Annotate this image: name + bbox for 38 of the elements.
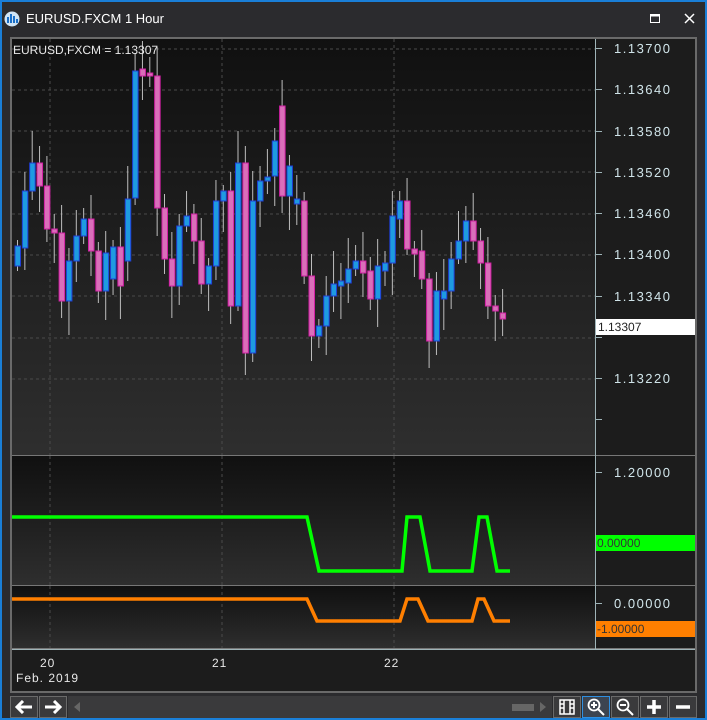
indicator-value-label: -1.00000 xyxy=(596,621,695,637)
indicator-value-label: 0.00000 xyxy=(596,535,695,551)
zoom-out-icon xyxy=(616,698,634,716)
minus-button[interactable] xyxy=(669,696,697,718)
price-tick-label: 1.13640 xyxy=(614,83,672,96)
price-tick-label: 1.13340 xyxy=(614,290,672,302)
price-tick-label: 1.13700 xyxy=(614,42,672,55)
right-arrow-icon xyxy=(44,700,62,714)
price-tick-label: 1.13220 xyxy=(614,372,672,385)
month-label: Feb. 2019 xyxy=(16,670,80,687)
zoom-in-icon xyxy=(587,698,605,716)
scrollbar-thumb[interactable] xyxy=(512,704,534,710)
price-tick-label: 1.13400 xyxy=(614,248,672,262)
fit-button[interactable] xyxy=(553,696,581,718)
maximize-icon xyxy=(650,14,660,23)
current-price-label: 1.13307 xyxy=(596,319,695,335)
film-strip-icon xyxy=(559,699,575,715)
date-tick-label: 22 xyxy=(384,655,400,672)
window-title: EURUSD.FXCM 1 Hour xyxy=(26,10,165,28)
price-tick-label: 1.13520 xyxy=(614,166,672,179)
indicator-tick-label: 1.20000 xyxy=(614,466,672,479)
price-tick-label: 1.13580 xyxy=(614,124,672,138)
back-button[interactable] xyxy=(10,696,38,718)
indicator-tick-label: 0.00000 xyxy=(614,597,672,610)
date-tick-label: 20 xyxy=(40,655,56,672)
scroll-left-icon xyxy=(74,702,80,712)
close-icon xyxy=(684,13,694,24)
zoom-in-button[interactable] xyxy=(582,696,610,718)
plus-icon xyxy=(646,699,662,715)
date-tick-label: 21 xyxy=(212,655,228,672)
forward-button[interactable] xyxy=(39,696,67,718)
chart-bars-icon xyxy=(4,10,20,26)
plus-button[interactable] xyxy=(640,696,668,718)
horizontal-scrollbar[interactable] xyxy=(68,696,552,718)
scroll-right-icon xyxy=(540,702,546,712)
price-tick-label: 1.13460 xyxy=(614,207,672,220)
left-arrow-icon xyxy=(15,700,33,714)
zoom-out-button[interactable] xyxy=(611,696,639,718)
